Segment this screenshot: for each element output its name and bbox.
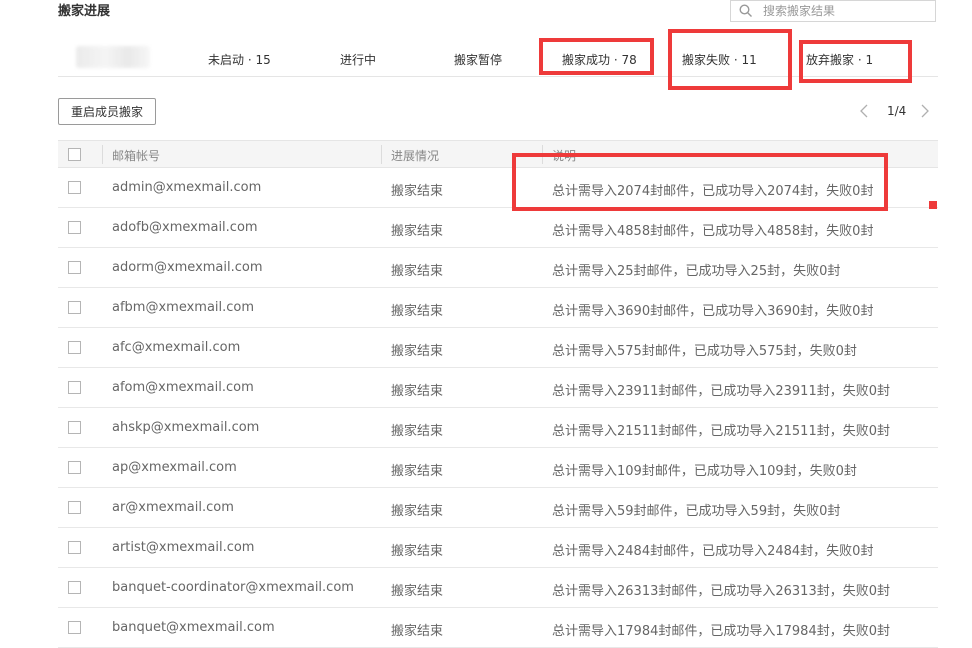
page-indicator: 1/4 bbox=[887, 104, 907, 118]
email-cell: ahskp@xmexmail.com bbox=[112, 420, 260, 435]
table-row[interactable]: adofb@xmexmail.com 搬家结束 总计需导入4858封邮件，已成功… bbox=[58, 208, 938, 248]
status-cell: 搬家结束 bbox=[391, 264, 444, 279]
email-cell: admin@xmexmail.com bbox=[112, 180, 262, 195]
status-cell: 搬家结束 bbox=[391, 624, 444, 639]
page-title: 搬家进展 bbox=[58, 4, 111, 19]
status-cell: 搬家结束 bbox=[391, 224, 444, 239]
annotation-mark bbox=[929, 201, 937, 209]
annotation-box-row bbox=[512, 153, 888, 211]
column-divider bbox=[102, 145, 103, 164]
tab-not-started[interactable]: 未启动 · 15 bbox=[208, 51, 271, 68]
email-cell: adorm@xmexmail.com bbox=[112, 260, 263, 275]
email-cell: banquet@xmexmail.com bbox=[112, 620, 275, 635]
annotation-box-abandoned bbox=[799, 40, 912, 83]
status-cell: 搬家结束 bbox=[391, 424, 444, 439]
desc-cell: 总计需导入2484封邮件，已成功导入2484封，失败0封 bbox=[552, 544, 874, 559]
search-icon bbox=[739, 4, 753, 18]
row-checkbox[interactable] bbox=[68, 421, 81, 434]
desc-cell: 总计需导入26313封邮件，已成功导入26313封，失败0封 bbox=[552, 584, 890, 599]
status-cell: 搬家结束 bbox=[391, 304, 444, 319]
row-checkbox[interactable] bbox=[68, 541, 81, 554]
row-checkbox[interactable] bbox=[68, 341, 81, 354]
row-checkbox[interactable] bbox=[68, 261, 81, 274]
table-row[interactable]: adorm@xmexmail.com 搬家结束 总计需导入25封邮件，已成功导入… bbox=[58, 248, 938, 288]
desc-cell: 总计需导入23911封邮件，已成功导入23911封，失败0封 bbox=[552, 384, 890, 399]
row-checkbox[interactable] bbox=[68, 301, 81, 314]
row-checkbox[interactable] bbox=[68, 581, 81, 594]
status-cell: 搬家结束 bbox=[391, 344, 444, 359]
table-row[interactable]: banquet-coordinator@xmexmail.com 搬家结束 总计… bbox=[58, 568, 938, 608]
desc-cell: 总计需导入4858封邮件，已成功导入4858封，失败0封 bbox=[552, 224, 874, 239]
annotation-box-failed bbox=[668, 29, 792, 90]
column-header-email: 邮箱帐号 bbox=[112, 149, 161, 163]
email-cell: ap@xmexmail.com bbox=[112, 460, 237, 475]
migration-table: 邮箱帐号 进展情况 说明 admin@xmexmail.com 搬家结束 总计需… bbox=[58, 140, 938, 648]
email-cell: artist@xmexmail.com bbox=[112, 540, 255, 555]
tab-paused[interactable]: 搬家暂停 bbox=[454, 51, 502, 68]
row-checkbox[interactable] bbox=[68, 461, 81, 474]
desc-cell: 总计需导入17984封邮件，已成功导入17984封，失败0封 bbox=[552, 624, 890, 639]
prev-page-icon[interactable] bbox=[857, 103, 871, 119]
status-cell: 搬家结束 bbox=[391, 584, 444, 599]
table-row[interactable]: afbm@xmexmail.com 搬家结束 总计需导入3690封邮件，已成功导… bbox=[58, 288, 938, 328]
desc-cell: 总计需导入109封邮件，已成功导入109封，失败0封 bbox=[552, 464, 857, 479]
row-checkbox[interactable] bbox=[68, 221, 81, 234]
email-cell: afom@xmexmail.com bbox=[112, 380, 254, 395]
email-cell: banquet-coordinator@xmexmail.com bbox=[112, 580, 354, 595]
desc-cell: 总计需导入3690封邮件，已成功导入3690封，失败0封 bbox=[552, 304, 874, 319]
email-cell: adofb@xmexmail.com bbox=[112, 220, 258, 235]
status-cell: 搬家结束 bbox=[391, 504, 444, 519]
status-cell: 搬家结束 bbox=[391, 184, 444, 199]
email-cell: afbm@xmexmail.com bbox=[112, 300, 255, 315]
row-checkbox[interactable] bbox=[68, 181, 81, 194]
email-cell: afc@xmexmail.com bbox=[112, 340, 241, 355]
desc-cell: 总计需导入59封邮件，已成功导入59封，失败0封 bbox=[552, 504, 841, 519]
column-divider bbox=[381, 145, 382, 164]
status-cell: 搬家结束 bbox=[391, 464, 444, 479]
row-checkbox[interactable] bbox=[68, 621, 81, 634]
table-row[interactable]: banquet@xmexmail.com 搬家结束 总计需导入17984封邮件，… bbox=[58, 608, 938, 648]
desc-cell: 总计需导入25封邮件，已成功导入25封，失败0封 bbox=[552, 264, 841, 279]
column-header-status: 进展情况 bbox=[391, 149, 440, 163]
search-input[interactable] bbox=[763, 4, 923, 18]
status-cell: 搬家结束 bbox=[391, 544, 444, 559]
email-cell: ar@xmexmail.com bbox=[112, 500, 234, 515]
tab-in-progress[interactable]: 进行中 bbox=[340, 51, 376, 68]
table-row[interactable]: ap@xmexmail.com 搬家结束 总计需导入109封邮件，已成功导入10… bbox=[58, 448, 938, 488]
table-row[interactable]: afc@xmexmail.com 搬家结束 总计需导入575封邮件，已成功导入5… bbox=[58, 328, 938, 368]
restart-migration-button[interactable]: 重启成员搬家 bbox=[58, 98, 156, 125]
status-cell: 搬家结束 bbox=[391, 384, 444, 399]
row-checkbox[interactable] bbox=[68, 381, 81, 394]
table-row[interactable]: artist@xmexmail.com 搬家结束 总计需导入2484封邮件，已成… bbox=[58, 528, 938, 568]
blurred-logo bbox=[76, 46, 150, 68]
desc-cell: 总计需导入21511封邮件，已成功导入21511封，失败0封 bbox=[552, 424, 890, 439]
search-box[interactable] bbox=[730, 0, 936, 22]
row-checkbox[interactable] bbox=[68, 501, 81, 514]
select-all-checkbox[interactable] bbox=[68, 148, 81, 161]
table-row[interactable]: ahskp@xmexmail.com 搬家结束 总计需导入21511封邮件，已成… bbox=[58, 408, 938, 448]
desc-cell: 总计需导入575封邮件，已成功导入575封，失败0封 bbox=[552, 344, 857, 359]
table-row[interactable]: afom@xmexmail.com 搬家结束 总计需导入23911封邮件，已成功… bbox=[58, 368, 938, 408]
next-page-icon[interactable] bbox=[918, 103, 932, 119]
annotation-box-success bbox=[539, 38, 654, 75]
table-row[interactable]: ar@xmexmail.com 搬家结束 总计需导入59封邮件，已成功导入59封… bbox=[58, 488, 938, 528]
